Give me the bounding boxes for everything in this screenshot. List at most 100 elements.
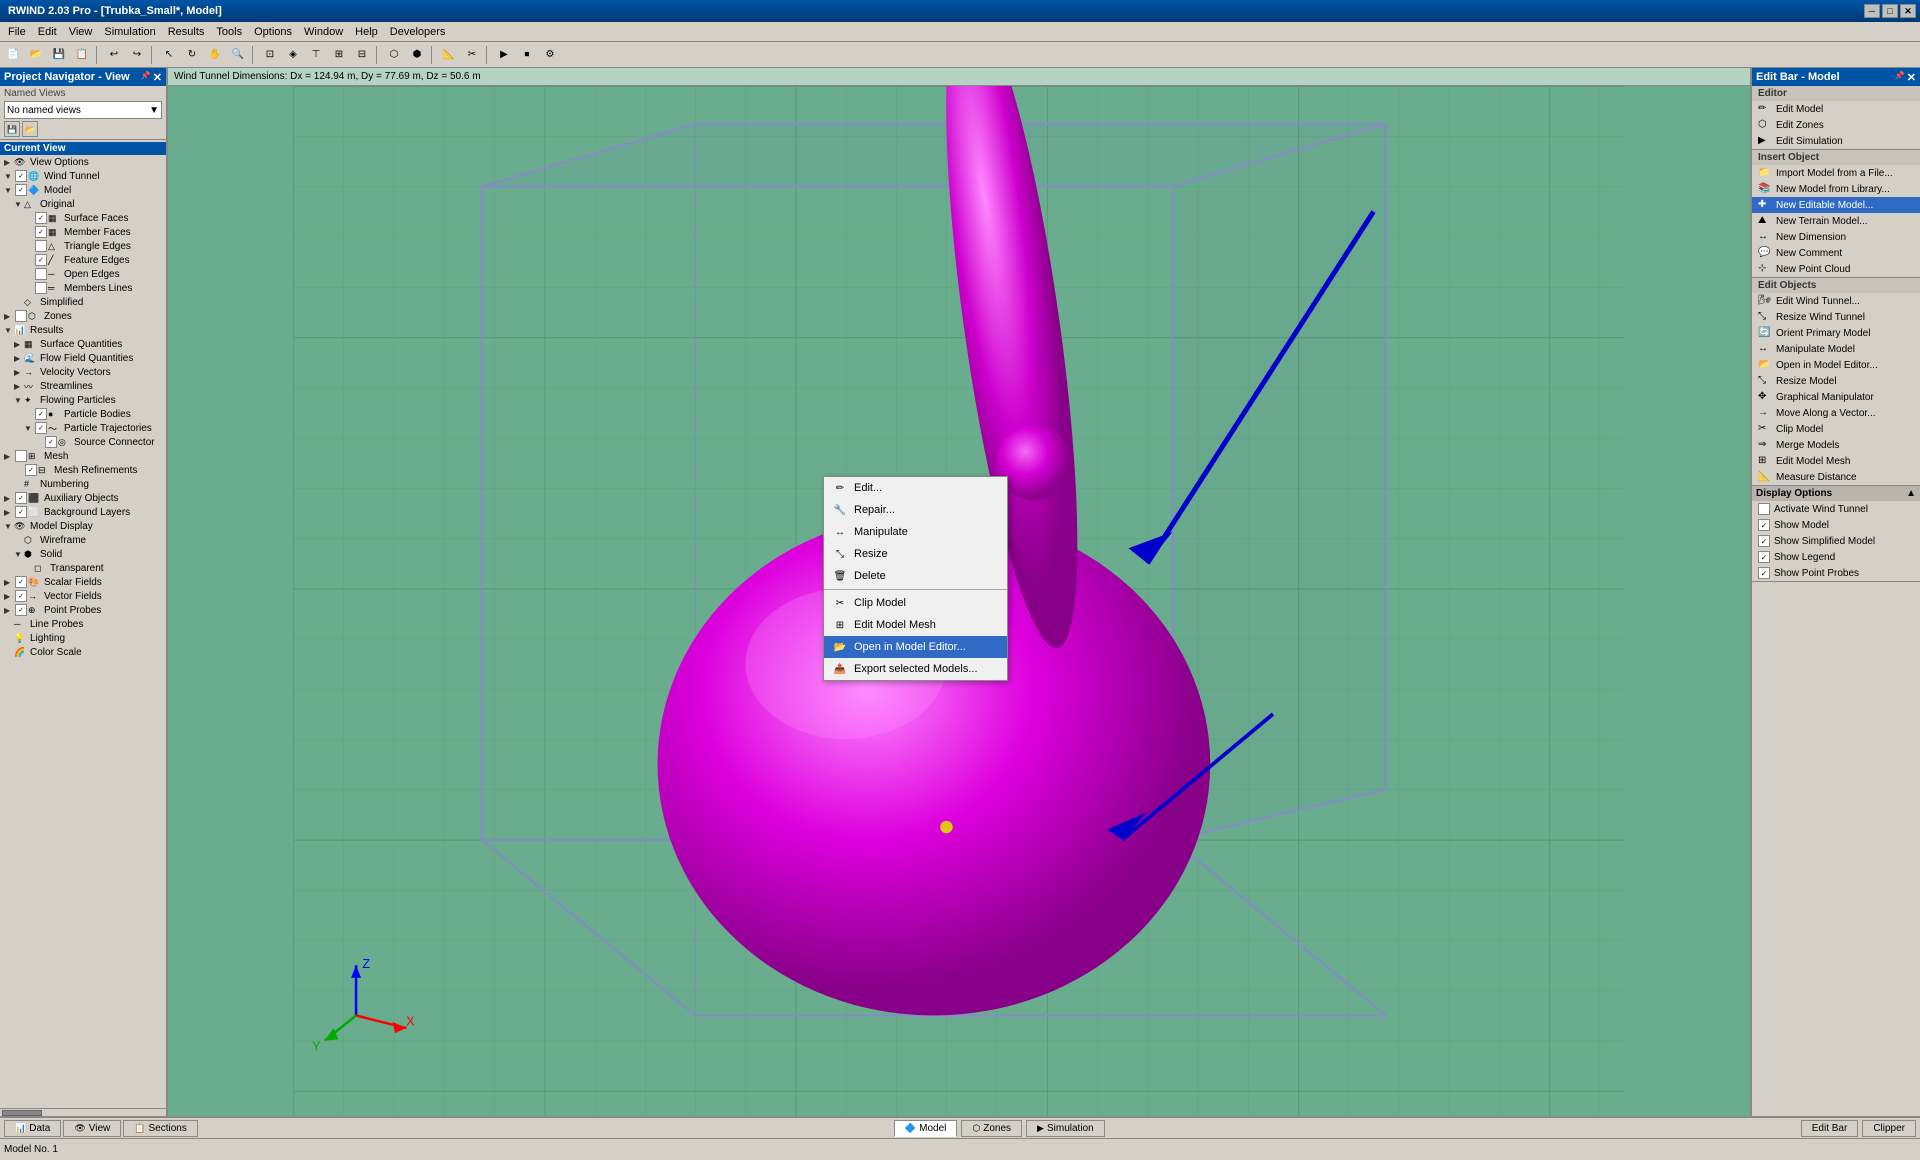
right-new-model-library[interactable]: 📚 New Model from Library... <box>1752 181 1920 197</box>
tree-item-member-faces[interactable]: ▦ Member Faces <box>0 225 166 239</box>
ctx-resize[interactable]: ⤡ Resize <box>824 543 1007 565</box>
tb-stop[interactable]: ⏹ <box>516 44 538 66</box>
menu-developers[interactable]: Developers <box>384 25 452 39</box>
ctx-edit-model-mesh[interactable]: ⊞ Edit Model Mesh <box>824 614 1007 636</box>
right-graphical-manipulator[interactable]: ✥ Graphical Manipulator <box>1752 389 1920 405</box>
menu-file[interactable]: File <box>2 25 32 39</box>
tree-item-members-lines[interactable]: ═ Members Lines <box>0 281 166 295</box>
tree-item-mesh-refinements[interactable]: ⊟ Mesh Refinements <box>0 463 166 477</box>
tree-check-feature-edges[interactable] <box>35 254 47 266</box>
tree-item-view-options[interactable]: ▶ 👁 View Options <box>0 155 166 169</box>
right-clip-model[interactable]: ✂ Clip Model <box>1752 421 1920 437</box>
right-panel-pin[interactable]: 📌 <box>1895 71 1905 84</box>
panel-pin-button[interactable]: 📌 <box>141 71 151 84</box>
tree-item-source-connector[interactable]: ◎ Source Connector <box>0 435 166 449</box>
ctx-manipulate[interactable]: ↔ Manipulate <box>824 521 1007 543</box>
check-show-simplified-model[interactable] <box>1758 535 1770 547</box>
check-show-legend[interactable] <box>1758 551 1770 563</box>
tb-pan[interactable]: ✋ <box>204 44 226 66</box>
tb-redo[interactable]: ↪ <box>126 44 148 66</box>
view-load-icon[interactable]: 📂 <box>22 121 38 137</box>
right-merge-models[interactable]: ⇒ Merge Models <box>1752 437 1920 453</box>
tree-item-results[interactable]: ▼ 📊 Results <box>0 323 166 337</box>
check-activate-wind-tunnel[interactable] <box>1758 503 1770 515</box>
tb-side[interactable]: ⊟ <box>351 44 373 66</box>
ctx-repair[interactable]: 🔧 Repair... <box>824 499 1007 521</box>
right-new-editable-model[interactable]: ✚ New Editable Model... <box>1752 197 1920 213</box>
tree-check-open-edges[interactable] <box>35 268 47 280</box>
menu-help[interactable]: Help <box>349 25 384 39</box>
tb-front[interactable]: ⊞ <box>328 44 350 66</box>
tb-fit[interactable]: ⊡ <box>259 44 281 66</box>
tb-undo[interactable]: ↩ <box>103 44 125 66</box>
tab-data[interactable]: 📊 Data <box>4 1120 61 1137</box>
ctx-delete[interactable]: 🗑 Delete <box>824 565 1007 587</box>
check-show-point-probes[interactable] <box>1758 567 1770 579</box>
tree-item-wind-tunnel[interactable]: ▼ 🌐 Wind Tunnel <box>0 169 166 183</box>
tree-item-wireframe[interactable]: ⬡ Wireframe <box>0 533 166 547</box>
scrollbar-thumb[interactable] <box>2 1110 42 1116</box>
tree-item-color-scale[interactable]: 🌈 Color Scale <box>0 645 166 659</box>
right-edit-wind-tunnel[interactable]: 🌬 Edit Wind Tunnel... <box>1752 293 1920 309</box>
tb-wireframe[interactable]: ⬡ <box>383 44 405 66</box>
tree-item-vector-fields[interactable]: ▶ → Vector Fields <box>0 589 166 603</box>
named-views-dropdown[interactable]: No named views ▼ <box>4 101 162 119</box>
ctx-open-model-editor[interactable]: 📂 Open in Model Editor... <box>824 636 1007 658</box>
tb-save[interactable]: 💾 <box>48 44 70 66</box>
tree-item-velocity-vectors[interactable]: ▶ → Velocity Vectors <box>0 365 166 379</box>
tree-check-point-probes[interactable] <box>15 604 27 616</box>
right-move-along-vector[interactable]: → Move Along a Vector... <box>1752 405 1920 421</box>
right-import-model-file[interactable]: 📁 Import Model from a File... <box>1752 165 1920 181</box>
tree-item-triangle-edges[interactable]: △ Triangle Edges <box>0 239 166 253</box>
tree-item-feature-edges[interactable]: ╱ Feature Edges <box>0 253 166 267</box>
right-edit-model-mesh[interactable]: ⊞ Edit Model Mesh <box>1752 453 1920 469</box>
minimize-button[interactable]: ─ <box>1864 4 1880 18</box>
tree-check-model[interactable] <box>15 184 27 196</box>
menu-window[interactable]: Window <box>298 25 349 39</box>
panel-close-button[interactable]: ✕ <box>153 71 162 84</box>
view-save-icon[interactable]: 💾 <box>4 121 20 137</box>
tree-check-particle-bodies[interactable] <box>35 408 47 420</box>
tree-item-point-probes[interactable]: ▶ ⊕ Point Probes <box>0 603 166 617</box>
right-new-point-cloud[interactable]: ⊹ New Point Cloud <box>1752 261 1920 277</box>
tb-measure[interactable]: 📐 <box>438 44 460 66</box>
right-new-dimension[interactable]: ↔ New Dimension <box>1752 229 1920 245</box>
tree-item-flow-field[interactable]: ▶ 🌊 Flow Field Quantities <box>0 351 166 365</box>
tab-model[interactable]: 🔷 Model <box>894 1120 957 1137</box>
right-resize-model[interactable]: ⤡ Resize Model <box>1752 373 1920 389</box>
tree-item-open-edges[interactable]: ─ Open Edges <box>0 267 166 281</box>
tb-settings[interactable]: ⚙ <box>539 44 561 66</box>
tree-check-background-layers[interactable] <box>15 506 27 518</box>
tree-item-background-layers[interactable]: ▶ ⬜ Background Layers <box>0 505 166 519</box>
tb-zoom[interactable]: 🔍 <box>227 44 249 66</box>
tree-item-auxiliary-objects[interactable]: ▶ ⬛ Auxiliary Objects <box>0 491 166 505</box>
tb-clip[interactable]: ✂ <box>461 44 483 66</box>
right-new-comment[interactable]: 💬 New Comment <box>1752 245 1920 261</box>
tab-edit-bar[interactable]: Edit Bar <box>1801 1120 1859 1137</box>
menu-results[interactable]: Results <box>162 25 211 39</box>
viewport[interactable]: Wind Tunnel Dimensions: Dx = 124.94 m, D… <box>168 68 1750 1116</box>
tb-select[interactable]: ↖ <box>158 44 180 66</box>
tree-check-auxiliary-objects[interactable] <box>15 492 27 504</box>
tab-sections[interactable]: 📋 Sections <box>123 1120 198 1137</box>
ctx-export-models[interactable]: 📤 Export selected Models... <box>824 658 1007 680</box>
tree-item-scalar-fields[interactable]: ▶ 🎨 Scalar Fields <box>0 575 166 589</box>
tree-check-member-faces[interactable] <box>35 226 47 238</box>
tree-check-mesh[interactable] <box>15 450 27 462</box>
tab-clipper[interactable]: Clipper <box>1862 1120 1916 1137</box>
tree-item-streamlines[interactable]: ▶ 〰 Streamlines <box>0 379 166 393</box>
tree-item-surface-faces[interactable]: ▦ Surface Faces <box>0 211 166 225</box>
menu-view[interactable]: View <box>63 25 99 39</box>
right-new-terrain-model[interactable]: ⛰ New Terrain Model... <box>1752 213 1920 229</box>
tb-rotate[interactable]: ↻ <box>181 44 203 66</box>
tab-zones[interactable]: ⬡ Zones <box>961 1120 1022 1137</box>
display-options-header[interactable]: Display Options ▲ <box>1752 486 1920 501</box>
tree-item-original[interactable]: ▼ △ Original <box>0 197 166 211</box>
right-manipulate-model[interactable]: ↔ Manipulate Model <box>1752 341 1920 357</box>
tree-check-scalar-fields[interactable] <box>15 576 27 588</box>
check-show-model[interactable] <box>1758 519 1770 531</box>
right-activate-wind-tunnel[interactable]: Activate Wind Tunnel <box>1752 501 1920 517</box>
maximize-button[interactable]: □ <box>1882 4 1898 18</box>
menu-edit[interactable]: Edit <box>32 25 63 39</box>
tree-item-surface-quantities[interactable]: ▶ ▦ Surface Quantities <box>0 337 166 351</box>
